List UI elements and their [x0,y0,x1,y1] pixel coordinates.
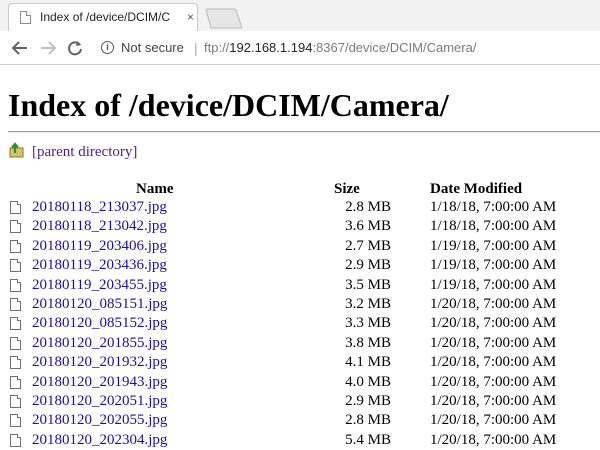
file-icon [10,220,21,234]
file-date-modified: 1/20/18, 7:00:00 AM [430,373,557,390]
table-row: 20180120_085152.jpg 3.3 MB 1/20/18, 7:00:0… [0,314,600,333]
file-size: 3.5 MB [345,276,391,293]
file-date-modified: 1/20/18, 7:00:00 AM [430,334,557,351]
file-date-modified: 1/18/18, 7:00:00 AM [430,199,557,215]
file-size: 3.3 MB [345,315,391,332]
file-link[interactable]: 20180118_213042.jpg [32,217,167,236]
file-date-modified: 1/19/18, 7:00:00 AM [430,257,557,274]
file-size: 2.9 MB [345,392,391,409]
file-link[interactable]: 20180120_201932.jpg [32,353,167,372]
file-date-modified: 1/19/18, 7:00:00 AM [430,237,557,254]
table-row: 20180119_203455.jpg 3.5 MB 1/19/18, 7:00:0… [0,276,600,295]
file-icon [10,336,21,350]
url-scheme: ftp:// [204,40,230,55]
reload-icon[interactable] [66,40,84,56]
tab-strip: Index of /device/DCIM/C × [0,0,600,31]
file-size: 2.7 MB [345,237,391,254]
table-row: 20180120_085151.jpg 3.2 MB 1/20/18, 7:00:0… [0,295,600,314]
folder-up-icon[interactable] [9,142,25,158]
table-row: 20180120_201855.jpg 3.8 MB 1/20/18, 7:00:0… [0,334,600,353]
browser-toolbar: i Not secure | ftp://192.168.1.194:8367/… [0,31,600,65]
file-date-modified: 1/20/18, 7:00:00 AM [430,412,557,429]
new-tab-icon[interactable] [205,8,243,29]
file-icon [10,375,21,389]
file-size: 3.2 MB [345,295,391,312]
file-size: 4.0 MB [345,373,391,390]
file-size: 2.8 MB [345,199,391,215]
page-icon [20,11,31,24]
file-date-modified: 1/20/18, 7:00:00 AM [430,392,557,409]
divider [8,131,600,133]
column-header-name[interactable]: Name [136,179,174,199]
tab-title: Index of /device/DCIM/C [40,10,171,24]
table-row: 20180119_203436.jpg 2.9 MB 1/19/18, 7:00:0… [0,256,600,275]
file-date-modified: 1/19/18, 7:00:00 AM [430,276,557,293]
file-link[interactable]: 20180120_201943.jpg [32,373,167,392]
column-header-size[interactable]: Size [334,179,360,199]
file-date-modified: 1/20/18, 7:00:00 AM [430,295,557,312]
file-link[interactable]: 20180119_203455.jpg [32,276,167,295]
file-icon [10,239,21,253]
page-content: Index of /device/DCIM/Camera/ [parent di… [0,65,600,450]
file-link[interactable]: 20180120_201855.jpg [32,334,167,353]
file-icon [10,356,21,370]
table-row: 20180120_202051.jpg 2.9 MB 1/20/18, 7:00:0… [0,392,600,411]
file-size: 2.9 MB [345,257,391,274]
table-row: 20180120_201943.jpg 4.0 MB 1/20/18, 7:00:0… [0,373,600,392]
file-icon [10,259,21,273]
table-row: 20180120_202304.jpg 5.4 MB 1/20/18, 7:00:0… [0,431,600,450]
column-header-date[interactable]: Date Modified [430,179,522,199]
file-date-modified: 1/20/18, 7:00:00 AM [430,315,557,332]
file-date-modified: 1/18/18, 7:00:00 AM [430,218,557,235]
file-link[interactable]: 20180120_202055.jpg [32,411,167,430]
file-icon [10,414,21,428]
file-icon [10,317,21,331]
file-link[interactable]: 20180118_213037.jpg [32,198,167,217]
file-icon [10,201,21,214]
file-link[interactable]: 20180120_085151.jpg [32,295,167,314]
file-icon [10,297,21,311]
file-link[interactable]: 20180120_085152.jpg [32,314,167,333]
table-row: 20180119_203406.jpg 2.7 MB 1/19/18, 7:00:0… [0,237,600,256]
url-text[interactable]: ftp://192.168.1.194:8367/device/DCIM/Cam… [204,40,476,55]
file-list: 20180118_213037.jpg 2.8 MB 1/18/18, 7:00:0… [0,198,600,450]
file-icon [10,278,21,292]
url-path: :8367/device/DCIM/Camera/ [312,40,477,55]
file-icon [10,394,21,408]
file-date-modified: 1/20/18, 7:00:00 AM [430,354,557,371]
table-row: 20180118_213037.jpg 2.8 MB 1/18/18, 7:00:0… [0,198,600,217]
table-row: 20180118_213042.jpg 3.6 MB 1/18/18, 7:00:0… [0,217,600,236]
back-arrow-icon[interactable] [11,40,29,56]
file-link[interactable]: 20180119_203436.jpg [32,256,167,275]
table-row: 20180120_202055.jpg 2.8 MB 1/20/18, 7:00:0… [0,411,600,430]
file-size: 4.1 MB [345,354,391,371]
address-bar[interactable]: i Not secure | ftp://192.168.1.194:8367/… [92,34,600,62]
info-icon[interactable]: i [101,41,114,54]
browser-tab-active[interactable]: Index of /device/DCIM/C × [8,3,198,31]
omnibox-divider: | [194,40,198,56]
page-title: Index of /device/DCIM/Camera/ [8,87,449,123]
file-size: 3.8 MB [345,334,391,351]
file-link[interactable]: 20180119_203406.jpg [32,237,167,256]
file-link[interactable]: 20180120_202051.jpg [32,392,167,411]
security-indicator[interactable]: Not secure [121,40,184,55]
tab-close-icon[interactable]: × [187,9,194,25]
forward-arrow-icon[interactable] [39,40,57,56]
file-icon [10,433,21,447]
file-size: 2.8 MB [345,412,391,429]
table-row: 20180120_201932.jpg 4.1 MB 1/20/18, 7:00:0… [0,353,600,372]
file-size: 3.6 MB [345,218,391,235]
parent-directory-link[interactable]: [parent directory] [32,142,137,162]
url-host: 192.168.1.194 [229,40,313,55]
